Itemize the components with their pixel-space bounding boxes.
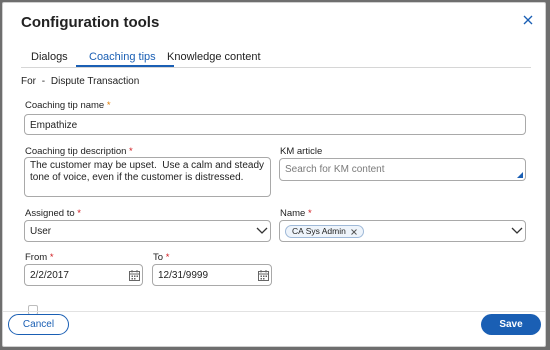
km-article-search[interactable]: Search for KM content <box>279 158 526 181</box>
calendar-icon[interactable] <box>258 270 269 281</box>
footer-divider <box>3 311 545 312</box>
tab-bar: Dialogs Coaching tips Knowledge content <box>21 46 531 68</box>
tag-ca-sys-admin: CA Sys Admin <box>285 225 364 238</box>
for-separator: - <box>41 76 46 87</box>
tip-name-label: Coaching tip name * <box>25 100 111 111</box>
km-article-label: KM article <box>280 146 323 157</box>
tip-description-label: Coaching tip description * <box>25 146 133 157</box>
dialog-title: Configuration tools <box>21 14 160 31</box>
cancel-button[interactable]: Cancel <box>8 314 69 335</box>
tip-description-value: The customer may be upset. Use a calm an… <box>30 160 267 183</box>
assigned-to-value: User <box>30 226 52 237</box>
tip-name-input[interactable]: Empathize <box>24 114 526 135</box>
from-date-input[interactable]: 2/2/2017 <box>24 264 143 286</box>
tip-name-value: Empathize <box>30 120 78 131</box>
active-tab-indicator <box>76 65 174 67</box>
assigned-to-select[interactable]: User <box>24 220 271 242</box>
tab-dialogs[interactable]: Dialogs <box>31 51 68 63</box>
tab-knowledge-content[interactable]: Knowledge content <box>167 51 261 63</box>
tag-label: CA Sys Admin <box>292 226 346 236</box>
from-label: From * <box>25 252 54 263</box>
tab-coaching-tips[interactable]: Coaching tips <box>89 51 156 63</box>
context-line: For - Dispute Transaction <box>21 76 139 87</box>
save-button[interactable]: Save <box>481 314 541 335</box>
to-date-value: 12/31/9999 <box>158 270 209 281</box>
chevron-down-icon <box>256 227 268 234</box>
calendar-icon[interactable] <box>129 270 140 281</box>
resize-handle-icon[interactable] <box>517 172 523 178</box>
name-multiselect[interactable]: CA Sys Admin <box>279 220 526 242</box>
configuration-dialog: Configuration tools Dialogs Coaching tip… <box>2 2 546 347</box>
name-label: Name * <box>280 208 312 219</box>
for-label: For <box>21 76 36 87</box>
from-date-value: 2/2/2017 <box>30 270 69 281</box>
chevron-down-icon <box>511 227 523 234</box>
to-label: To * <box>153 252 170 263</box>
for-value: Dispute Transaction <box>50 76 140 87</box>
to-date-input[interactable]: 12/31/9999 <box>152 264 272 286</box>
remove-tag-icon[interactable] <box>351 228 357 235</box>
close-icon[interactable] <box>521 13 535 27</box>
km-article-placeholder: Search for KM content <box>285 164 385 175</box>
tip-description-textarea[interactable]: The customer may be upset. Use a calm an… <box>24 157 271 197</box>
assigned-to-label: Assigned to * <box>25 208 81 219</box>
